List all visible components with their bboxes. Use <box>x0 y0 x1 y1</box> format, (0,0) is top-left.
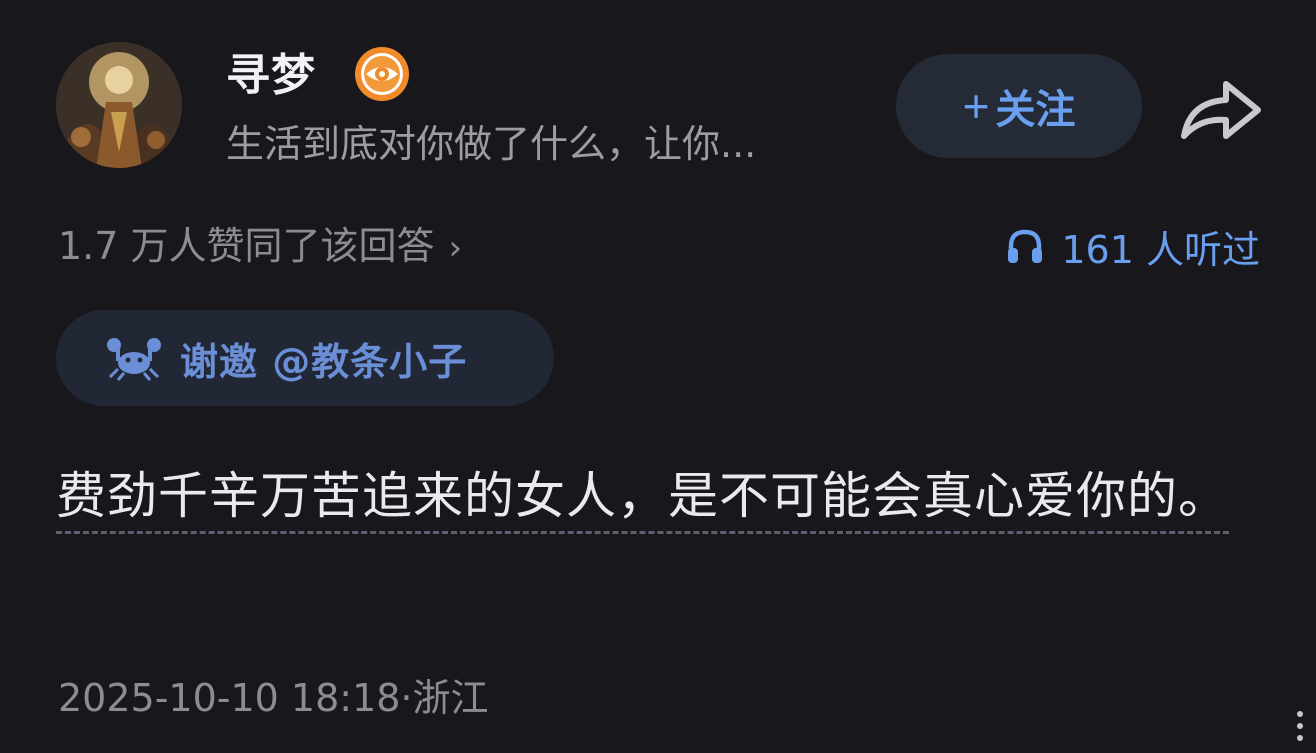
author-avatar[interactable] <box>56 42 182 168</box>
headphones-icon <box>1008 229 1043 263</box>
eye-badge-icon <box>354 46 410 102</box>
follow-button[interactable]: + 关注 <box>896 54 1142 158</box>
answer-content[interactable]: 费劲千辛万苦追来的女人，是不可能会真心爱你的。 <box>56 454 1260 538</box>
answer-header: 寻梦 生活到底对你做了什么，让你... + 关注 <box>0 0 1316 200</box>
avatar-image <box>56 42 182 168</box>
more-options-icon[interactable] <box>1290 706 1310 746</box>
stats-row: 1.7 万人赞同了该回答 › 161 人听过 <box>58 216 1260 276</box>
upvotes-link[interactable]: 1.7 万人赞同了该回答 › <box>58 216 462 278</box>
crab-icon <box>107 338 161 381</box>
listens-text: 161 人听过 <box>1061 227 1260 272</box>
plus-icon: + <box>962 80 990 132</box>
invite-label: 谢邀 @教条小子 <box>180 339 468 384</box>
follow-label: 关注 <box>995 88 1076 132</box>
upvotes-text: 1.7 万人赞同了该回答 <box>58 224 435 268</box>
share-arrow-icon[interactable] <box>1176 74 1266 144</box>
invite-chip[interactable]: 谢邀 @教条小子 <box>56 310 554 406</box>
listens-count[interactable]: 161 人听过 <box>1005 216 1260 276</box>
author-name[interactable]: 寻梦 <box>226 46 316 106</box>
answer-timestamp: 2025-10-10 18:18·浙江 <box>58 676 489 720</box>
answer-text: 费劲千辛万苦追来的女人，是不可能会真心爱你的。 <box>56 467 1229 534</box>
author-bio: 生活到底对你做了什么，让你... <box>226 122 757 166</box>
chevron-right-icon: › <box>448 228 463 268</box>
